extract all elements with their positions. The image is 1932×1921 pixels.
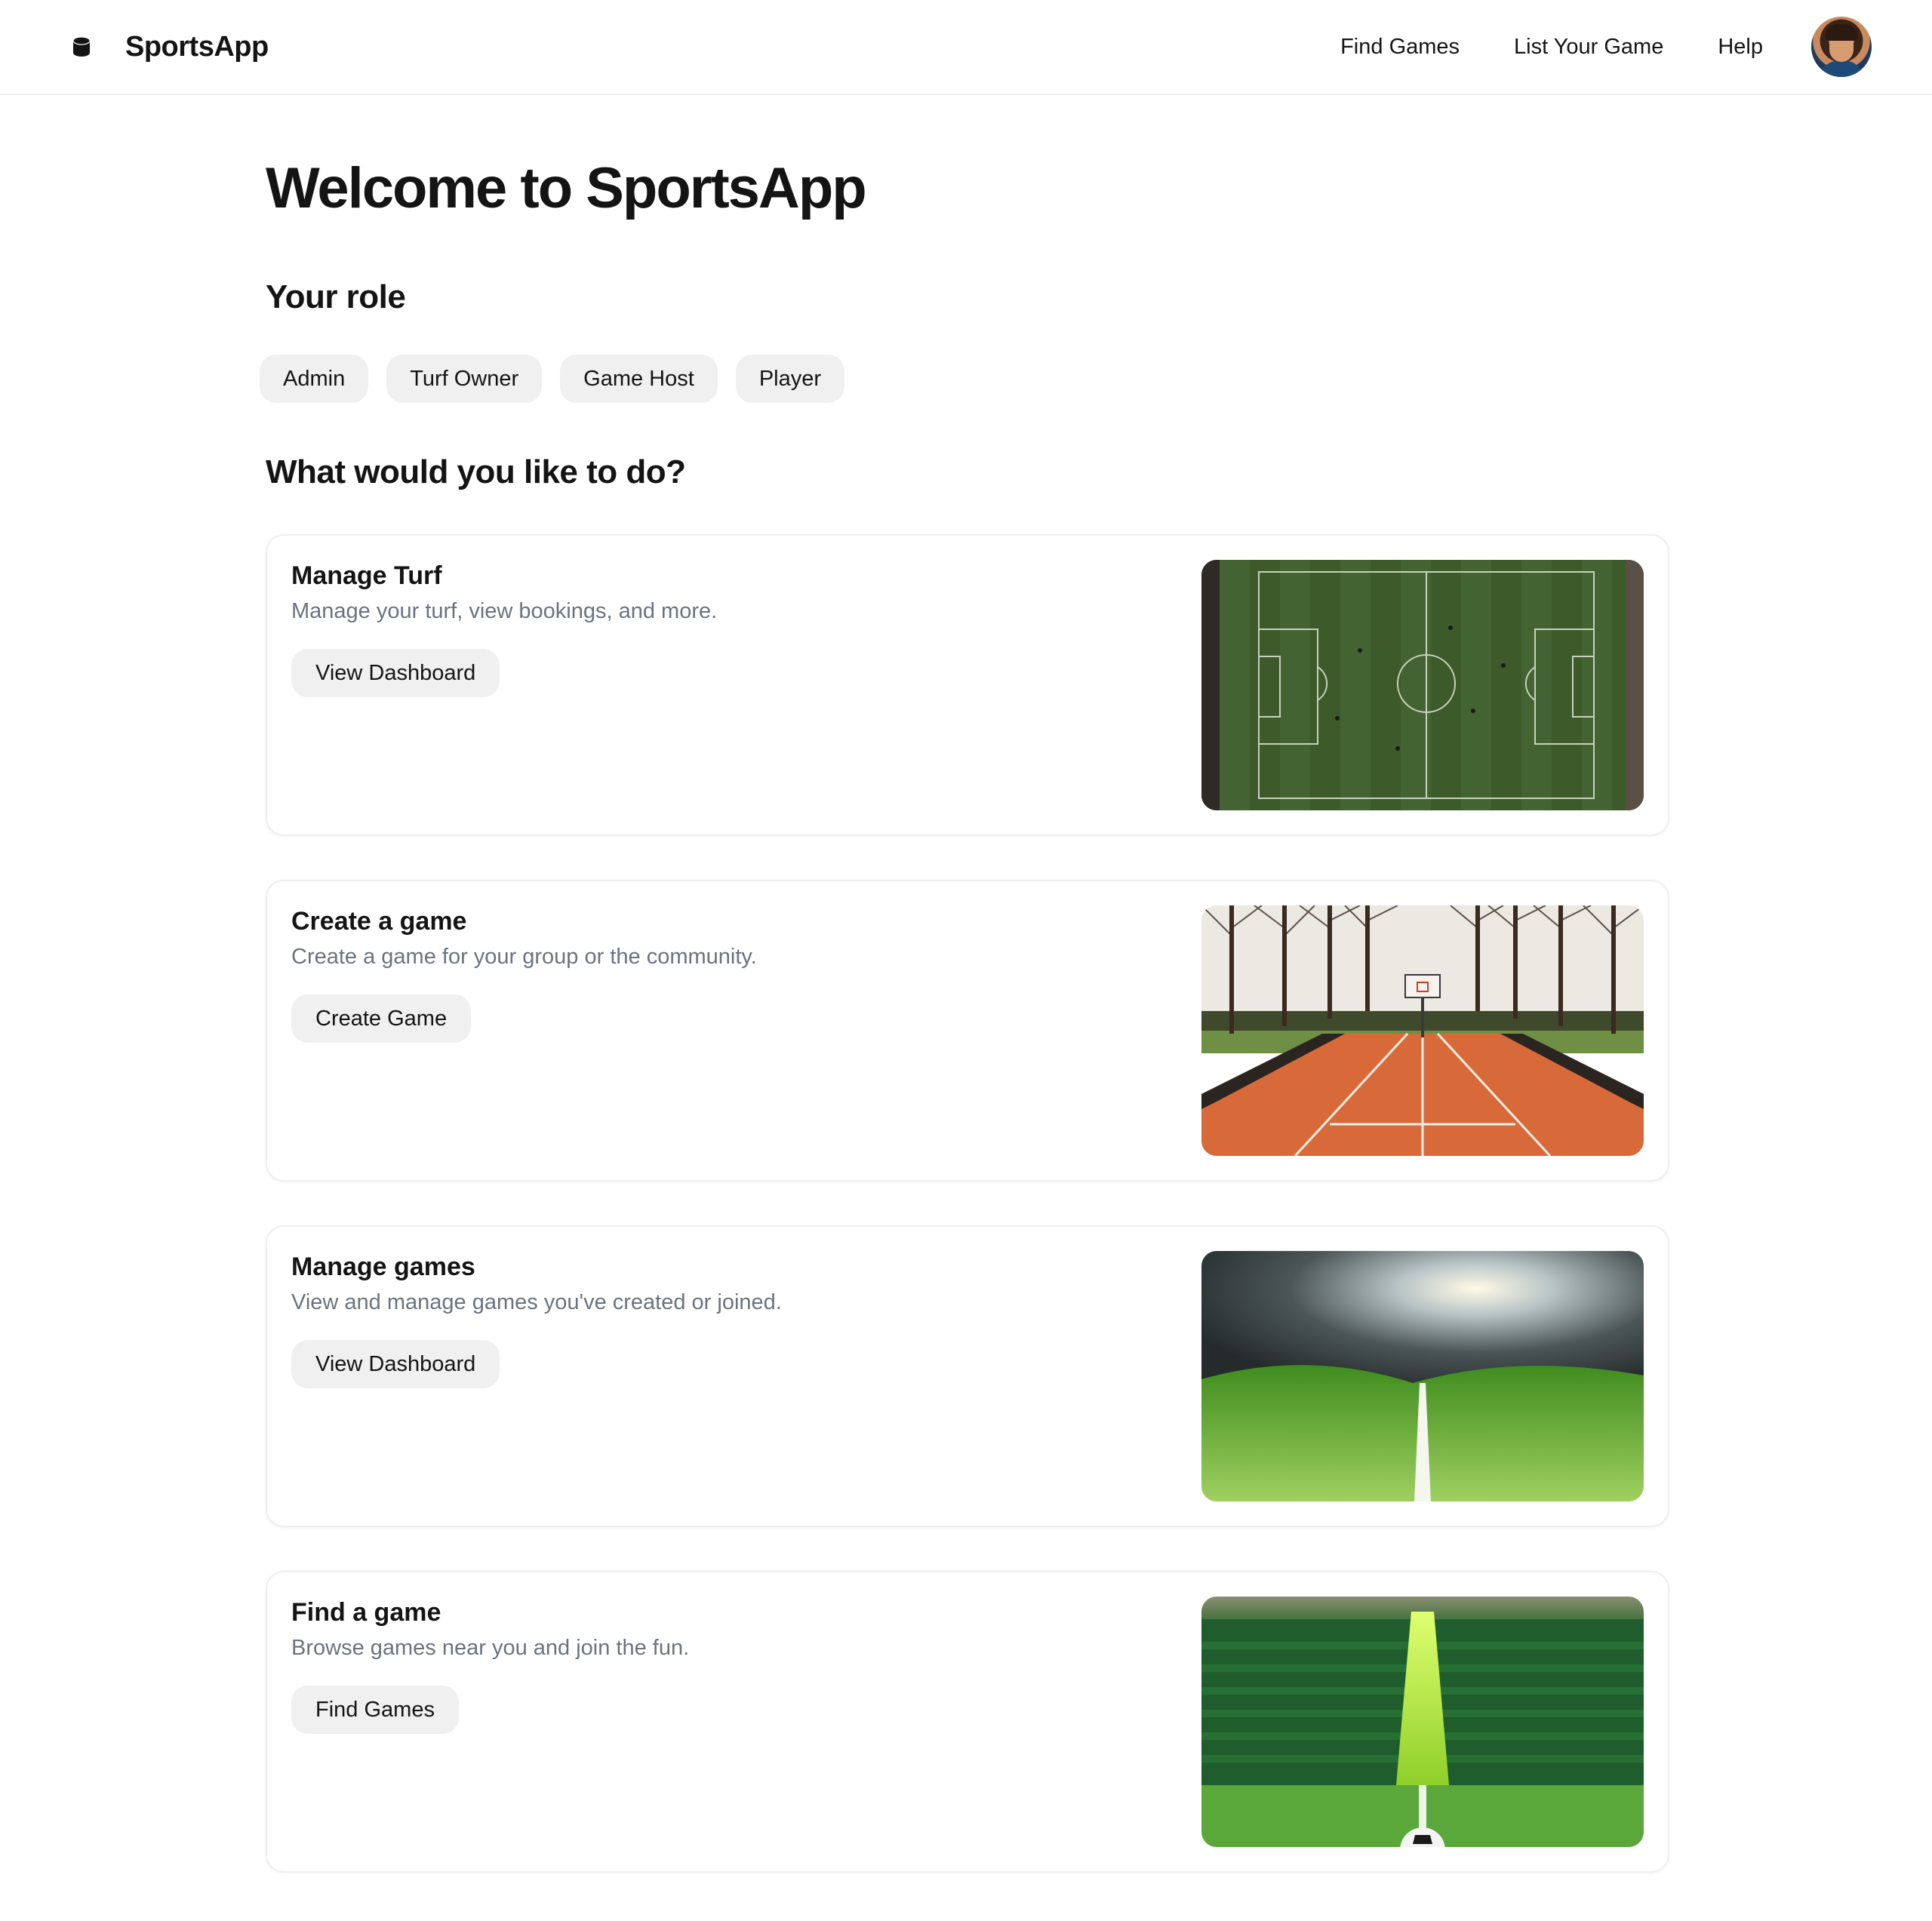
green-pitch-image bbox=[1201, 1597, 1644, 1847]
brand[interactable]: SportsApp bbox=[60, 26, 269, 68]
card-description: Manage your turf, view bookings, and mor… bbox=[291, 599, 718, 623]
card-description: Browse games near you and join the fun. bbox=[291, 1636, 690, 1660]
brand-name: SportsApp bbox=[125, 30, 269, 63]
action-cards: Manage Turf Manage your turf, view booki… bbox=[266, 534, 1669, 1873]
page-title: Welcome to SportsApp bbox=[266, 156, 867, 220]
card-title: Find a game bbox=[291, 1598, 441, 1627]
view-dashboard-button[interactable]: View Dashboard bbox=[291, 1340, 500, 1388]
create-game-button[interactable]: Create Game bbox=[291, 994, 472, 1043]
card-manage-games: Manage games View and manage games you'v… bbox=[266, 1225, 1669, 1527]
role-chip-game-host[interactable]: Game Host bbox=[560, 355, 718, 403]
role-heading: Your role bbox=[266, 278, 406, 315]
nav-list-your-game[interactable]: List Your Game bbox=[1514, 35, 1663, 60]
card-title: Create a game bbox=[291, 907, 467, 936]
main-content: Welcome to SportsApp Your role Admin Tur… bbox=[260, 95, 1669, 1873]
view-dashboard-button[interactable]: View Dashboard bbox=[291, 649, 500, 697]
card-find-game: Find a game Browse games near you and jo… bbox=[266, 1571, 1669, 1873]
main-nav: Find Games List Your Game Help bbox=[1286, 17, 1872, 77]
find-games-button[interactable]: Find Games bbox=[291, 1686, 459, 1734]
role-chip-admin[interactable]: Admin bbox=[260, 355, 369, 403]
card-description: View and manage games you've created or … bbox=[291, 1290, 782, 1314]
nav-find-games[interactable]: Find Games bbox=[1340, 35, 1460, 60]
actions-heading: What would you like to do? bbox=[266, 453, 686, 490]
card-title: Manage games bbox=[291, 1252, 475, 1281]
nav-help[interactable]: Help bbox=[1718, 35, 1763, 60]
role-chip-turf-owner[interactable]: Turf Owner bbox=[386, 355, 543, 403]
card-title: Manage Turf bbox=[291, 561, 442, 590]
football-pitch-image bbox=[1201, 560, 1644, 810]
database-icon bbox=[60, 26, 103, 68]
basketball-court-image bbox=[1201, 905, 1644, 1156]
role-chip-player[interactable]: Player bbox=[735, 355, 845, 403]
card-description: Create a game for your group or the comm… bbox=[291, 945, 757, 969]
card-create-game: Create a game Create a game for your gro… bbox=[266, 880, 1669, 1182]
sunlit-field-image bbox=[1201, 1251, 1644, 1501]
top-nav-bar: SportsApp Find Games List Your Game Help bbox=[0, 0, 1932, 95]
role-chips: Admin Turf Owner Game Host Player bbox=[260, 355, 1669, 403]
user-avatar[interactable] bbox=[1811, 17, 1872, 77]
card-manage-turf: Manage Turf Manage your turf, view booki… bbox=[266, 534, 1669, 836]
